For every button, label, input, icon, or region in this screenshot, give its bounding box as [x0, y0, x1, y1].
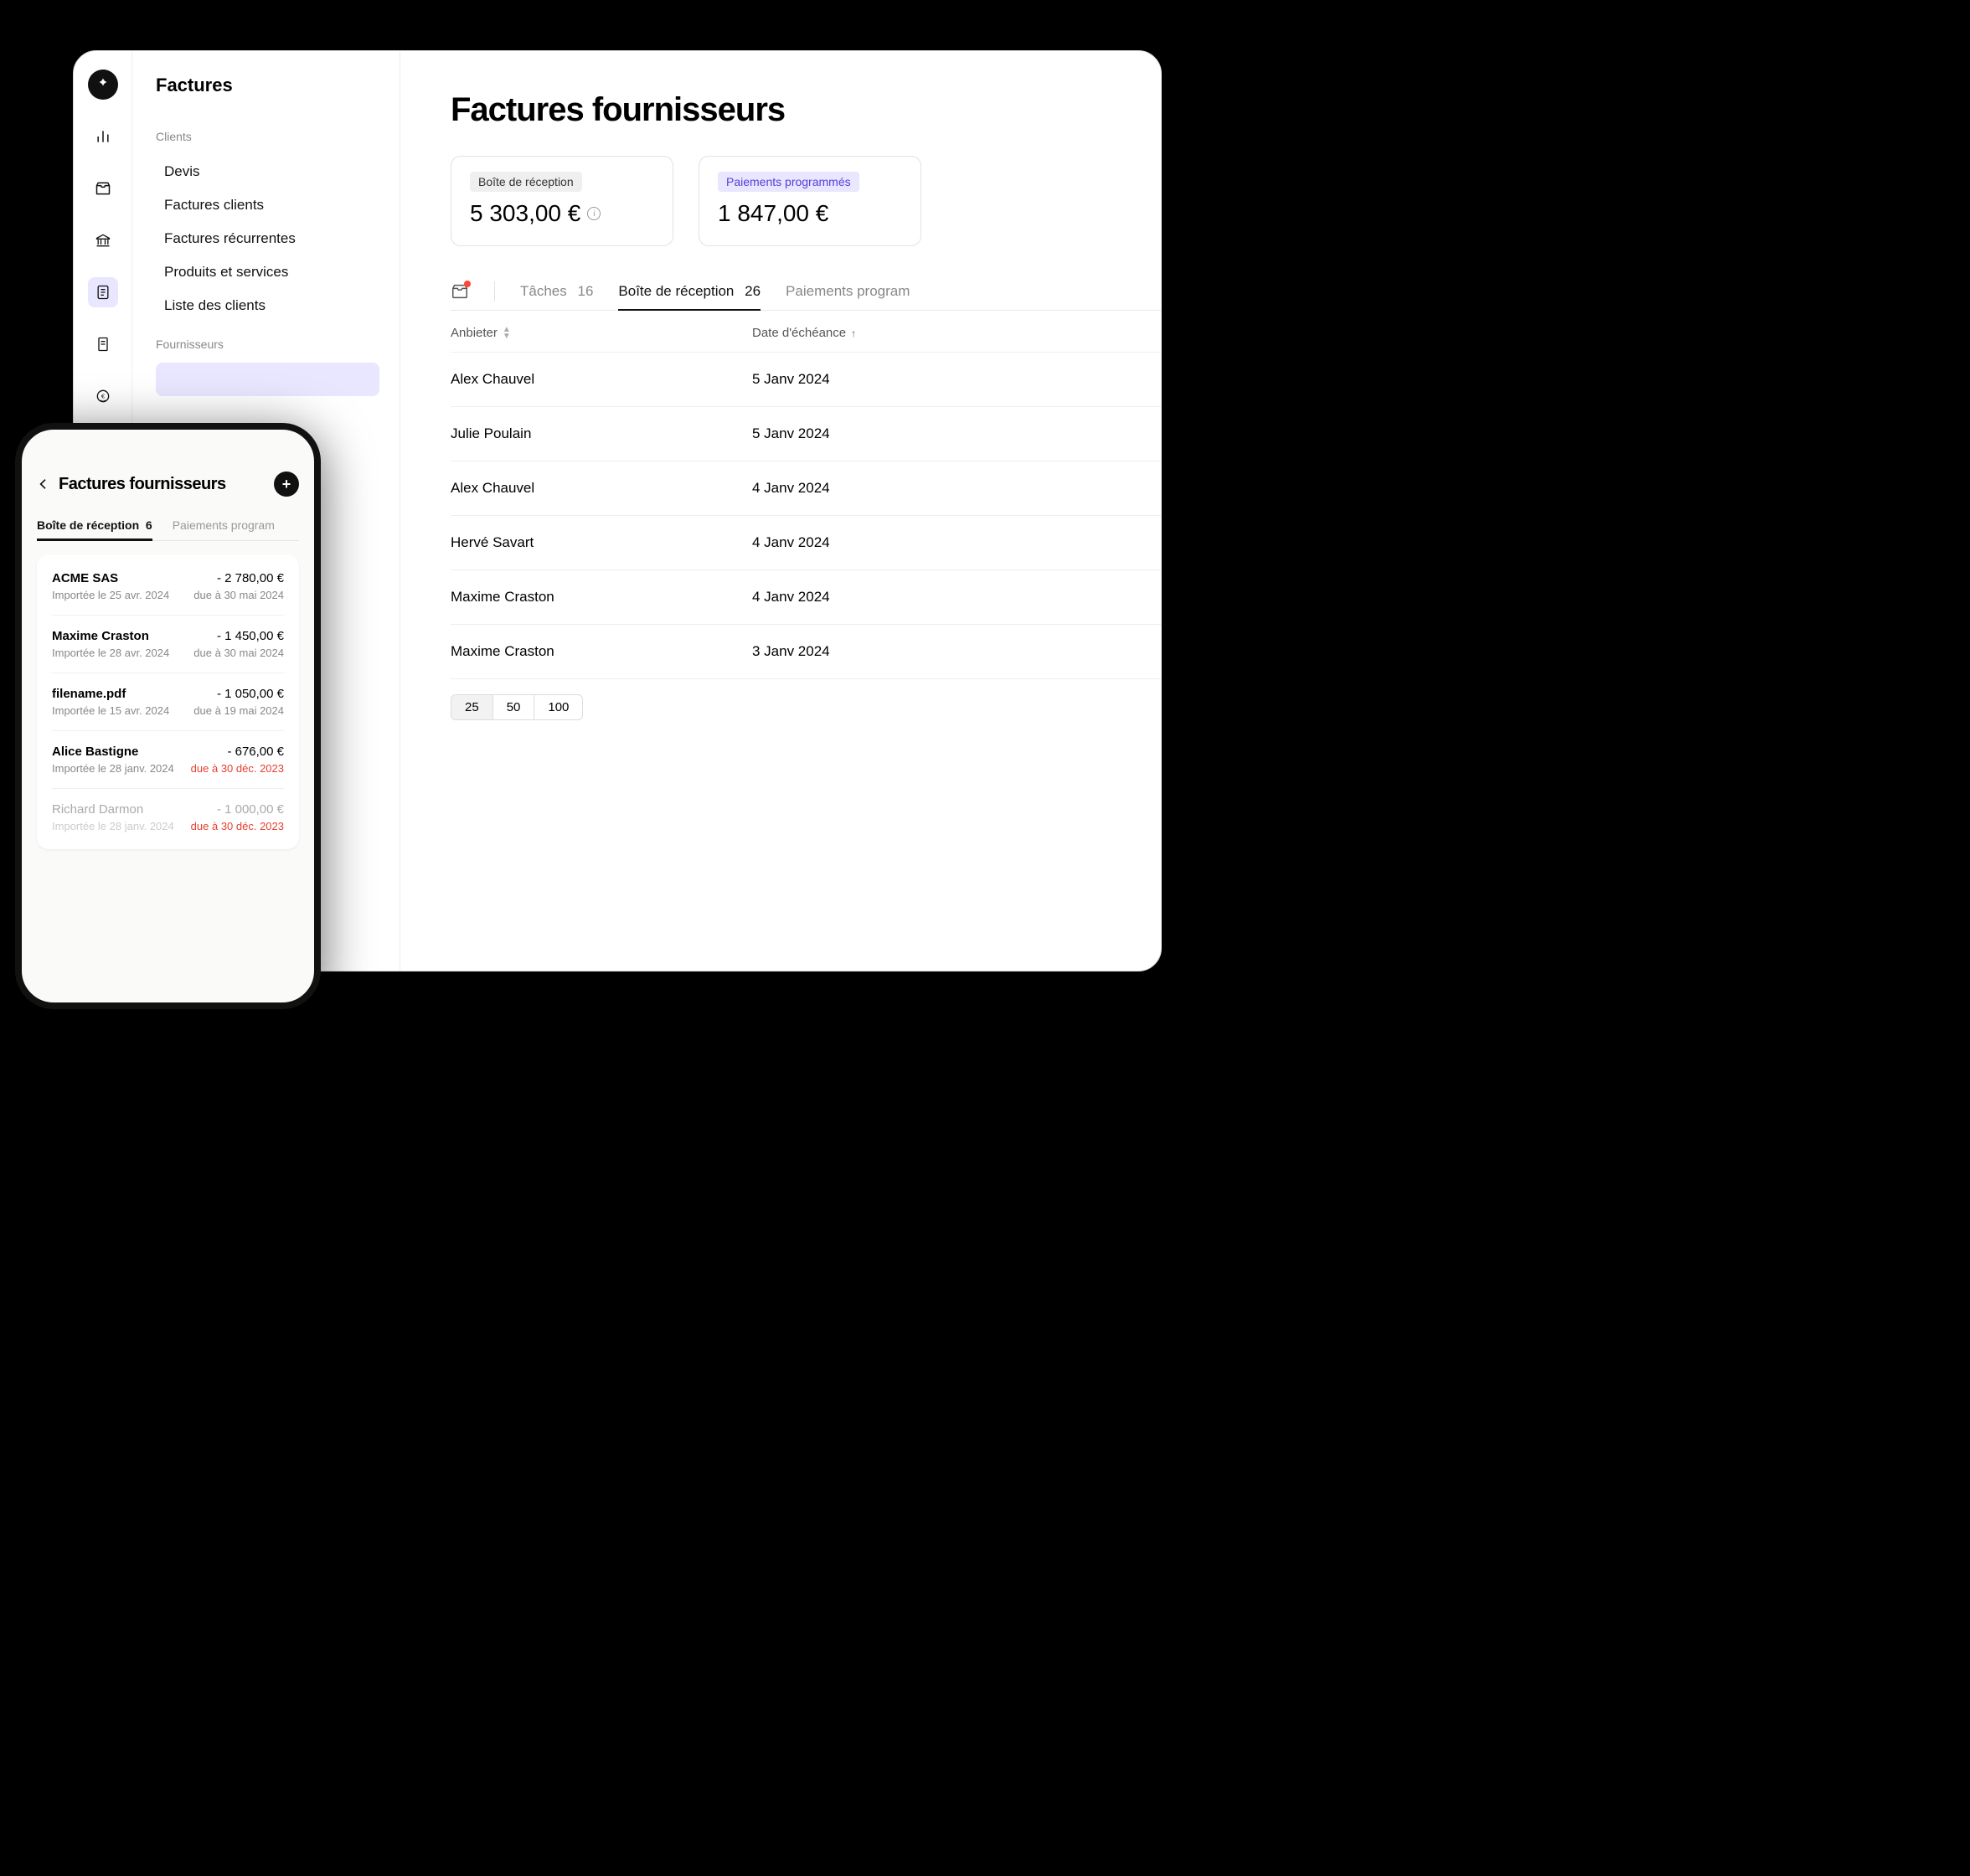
item-due: due à 30 déc. 2023 — [191, 820, 284, 832]
mobile-title: Factures fournisseurs — [59, 475, 266, 494]
sidebar-item-products[interactable]: Produits et services — [156, 255, 379, 289]
sidebar-item-recurring[interactable]: Factures récurrentes — [156, 222, 379, 255]
sidebar-section-clients: Clients — [156, 130, 379, 143]
mobile-header: Factures fournisseurs + — [37, 472, 299, 497]
cell-due: 4 Janv 2024 — [752, 480, 953, 497]
mobile-tab-inbox[interactable]: Boîte de réception 6 — [37, 512, 152, 540]
page-title: Factures fournisseurs — [451, 91, 1161, 129]
card-inbox-amount: 5 303,00 € i — [470, 200, 654, 227]
item-imported: Importée le 15 avr. 2024 — [52, 704, 169, 717]
page-size-50[interactable]: 50 — [493, 695, 535, 719]
item-name: ACME SAS — [52, 571, 118, 585]
invoice-icon[interactable] — [88, 277, 118, 307]
cell-provider: Alex Chauvel — [451, 371, 752, 388]
list-item[interactable]: Maxime Craston - 1 450,00 € Importée le 28… — [52, 616, 284, 673]
cell-provider: Maxime Craston — [451, 589, 752, 606]
add-button[interactable]: + — [274, 472, 299, 497]
document-icon[interactable] — [88, 329, 118, 359]
list-item[interactable]: ACME SAS - 2 780,00 € Importée le 25 avr. … — [52, 558, 284, 616]
item-name: Richard Darmon — [52, 802, 143, 817]
card-inbox-label: Boîte de réception — [470, 172, 582, 192]
invoice-table: Alex Chauvel5 Janv 2024Julie Poulain5 Ja… — [451, 353, 1161, 679]
sort-asc-icon: ↑ — [851, 327, 856, 339]
sidebar-item-supplier-invoices[interactable] — [156, 363, 379, 396]
cell-due: 5 Janv 2024 — [752, 371, 953, 388]
list-item[interactable]: filename.pdf - 1 050,00 € Importée le 15 a… — [52, 673, 284, 731]
list-item[interactable]: Richard Darmon - 1 000,00 € Importée le 28… — [52, 789, 284, 846]
svg-text:€: € — [101, 393, 105, 400]
mobile-invoice-list: ACME SAS - 2 780,00 € Importée le 25 avr. … — [37, 554, 299, 849]
table-row[interactable]: Julie Poulain5 Janv 2024 — [451, 407, 1161, 461]
summary-cards: Boîte de réception 5 303,00 € i Paiement… — [451, 156, 1161, 246]
item-due: due à 30 mai 2024 — [193, 589, 284, 601]
table-row[interactable]: Alex Chauvel5 Janv 2024 — [451, 353, 1161, 407]
item-imported: Importée le 28 janv. 2024 — [52, 762, 174, 775]
column-due-date[interactable]: Date d'échéance ↑ — [752, 326, 953, 340]
item-due: due à 30 mai 2024 — [193, 647, 284, 659]
item-imported: Importée le 28 janv. 2024 — [52, 820, 174, 832]
page-size-25[interactable]: 25 — [451, 695, 493, 719]
finance-icon[interactable]: € — [88, 381, 118, 411]
item-imported: Importée le 25 avr. 2024 — [52, 589, 169, 601]
cell-due: 4 Janv 2024 — [752, 534, 953, 551]
item-amount: - 1 450,00 € — [217, 629, 284, 643]
cell-due: 4 Janv 2024 — [752, 589, 953, 606]
sidebar-item-client-list[interactable]: Liste des clients — [156, 289, 379, 322]
item-name: Maxime Craston — [52, 629, 149, 643]
card-inbox[interactable]: Boîte de réception 5 303,00 € i — [451, 156, 673, 246]
table-row[interactable]: Alex Chauvel4 Janv 2024 — [451, 461, 1161, 516]
cell-due: 3 Janv 2024 — [752, 643, 953, 660]
page-size-selector: 25 50 100 — [451, 694, 583, 720]
info-icon[interactable]: i — [587, 207, 601, 220]
item-due: due à 30 déc. 2023 — [191, 762, 284, 775]
page-size-100[interactable]: 100 — [534, 695, 582, 719]
cell-provider: Julie Poulain — [451, 425, 752, 442]
inbox-icon[interactable] — [88, 173, 118, 204]
item-amount: - 2 780,00 € — [217, 571, 284, 585]
cell-provider: Hervé Savart — [451, 534, 752, 551]
analytics-icon[interactable] — [88, 121, 118, 152]
item-amount: - 676,00 € — [227, 745, 284, 759]
sidebar-item-client-invoices[interactable]: Factures clients — [156, 188, 379, 222]
sidebar-section-suppliers: Fournisseurs — [156, 338, 379, 351]
bank-icon[interactable] — [88, 225, 118, 255]
tab-scheduled[interactable]: Paiements program — [786, 273, 910, 310]
content-tabs: Tâches 16 Boîte de réception 26 Paiement… — [451, 273, 1161, 311]
main-content: Factures fournisseurs Boîte de réception… — [400, 51, 1161, 971]
column-provider[interactable]: Anbieter ▲▼ — [451, 326, 752, 340]
mobile-tab-scheduled[interactable]: Paiements program — [173, 512, 275, 540]
sidebar-title: Factures — [156, 75, 379, 96]
item-name: filename.pdf — [52, 687, 126, 701]
sidebar-item-quotes[interactable]: Devis — [156, 155, 379, 188]
cell-provider: Maxime Craston — [451, 643, 752, 660]
app-logo[interactable] — [88, 70, 118, 100]
mobile-tabs: Boîte de réception 6 Paiements program — [37, 512, 299, 541]
item-imported: Importée le 28 avr. 2024 — [52, 647, 169, 659]
sort-icon: ▲▼ — [503, 327, 511, 340]
inbox-tray-icon[interactable] — [451, 282, 469, 301]
item-amount: - 1 000,00 € — [217, 802, 284, 817]
tab-tasks[interactable]: Tâches 16 — [520, 273, 593, 310]
item-amount: - 1 050,00 € — [217, 687, 284, 701]
item-due: due à 19 mai 2024 — [193, 704, 284, 717]
table-row[interactable]: Maxime Craston4 Janv 2024 — [451, 570, 1161, 625]
card-scheduled-label: Paiements programmés — [718, 172, 859, 192]
list-item[interactable]: Alice Bastigne - 676,00 € Importée le 28 j… — [52, 731, 284, 789]
mobile-mockup: Factures fournisseurs + Boîte de récepti… — [15, 423, 321, 1009]
tab-inbox[interactable]: Boîte de réception 26 — [618, 273, 761, 310]
table-row[interactable]: Hervé Savart4 Janv 2024 — [451, 516, 1161, 570]
cell-provider: Alex Chauvel — [451, 480, 752, 497]
cell-due: 5 Janv 2024 — [752, 425, 953, 442]
card-scheduled[interactable]: Paiements programmés 1 847,00 € — [699, 156, 921, 246]
item-name: Alice Bastigne — [52, 745, 138, 759]
table-row[interactable]: Maxime Craston3 Janv 2024 — [451, 625, 1161, 679]
card-scheduled-amount: 1 847,00 € — [718, 200, 902, 227]
back-icon[interactable] — [37, 477, 50, 491]
notification-dot-icon — [464, 281, 471, 287]
table-header: Anbieter ▲▼ Date d'échéance ↑ — [451, 311, 1161, 353]
